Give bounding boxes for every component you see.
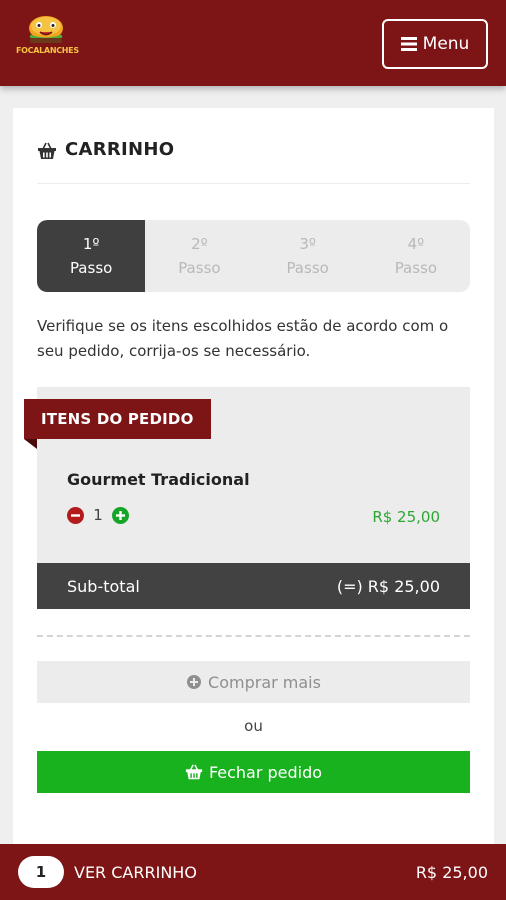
- ribbon-fold: [24, 439, 37, 449]
- cart-summary-bar[interactable]: 1 VER CARRINHO R$ 25,00: [0, 844, 506, 900]
- page-title: CARRINHO: [65, 139, 175, 160]
- menu-button[interactable]: Menu: [382, 19, 488, 69]
- basket-icon: [38, 142, 56, 159]
- basket-icon: [185, 764, 203, 780]
- buy-more-label: Comprar mais: [208, 672, 321, 692]
- step-number: 1º: [82, 235, 100, 253]
- top-navbar: FOCALANCHES Menu: [0, 0, 506, 86]
- step-label: Passo: [178, 259, 221, 277]
- order-section-title: ITENS DO PEDIDO: [24, 399, 211, 439]
- step-label: Passo: [69, 259, 113, 277]
- plus-circle-icon: [187, 675, 202, 689]
- step-label: Passo: [394, 259, 438, 277]
- menu-button-label: Menu: [422, 34, 470, 54]
- step-number: 3º: [299, 235, 316, 253]
- step-1[interactable]: 1º Passo: [37, 220, 146, 292]
- checkout-label: Fechar pedido: [208, 762, 323, 782]
- quantity-stepper: 1: [67, 506, 129, 524]
- cart-header: CARRINHO: [37, 136, 470, 184]
- step-3[interactable]: 3º Passo: [254, 220, 362, 292]
- step-number: 2º: [191, 235, 208, 253]
- decrease-quantity-button[interactable]: [67, 506, 84, 524]
- brand-logo-text: FOCALANCHES: [16, 46, 79, 55]
- minus-circle-icon: [71, 513, 80, 517]
- quantity-value: 1: [93, 506, 103, 524]
- step-2[interactable]: 2º Passo: [145, 220, 253, 292]
- cart-total: R$ 25,00: [415, 862, 488, 882]
- subtotal-row: Sub-total (=) R$ 25,00: [37, 563, 470, 609]
- order-items-panel: ITENS DO PEDIDO Gourmet Tradicional 1 R$…: [24, 387, 470, 609]
- view-cart-link[interactable]: VER CARRINHO: [74, 863, 197, 882]
- step-label: Passo: [286, 259, 329, 277]
- checkout-steps: 1º Passo 2º Passo 3º Passo 4º Passo: [37, 220, 470, 292]
- step-4[interactable]: 4º Passo: [362, 220, 470, 292]
- plus-circle-icon: [116, 510, 125, 520]
- item-name: Gourmet Tradicional: [67, 470, 250, 489]
- subtotal-value: (=) R$ 25,00: [336, 576, 440, 596]
- checkout-button[interactable]: Fechar pedido: [37, 751, 470, 793]
- instructions-text: Verifique se os itens escolhidos estão d…: [37, 317, 449, 360]
- divider: [37, 635, 470, 637]
- buy-more-button[interactable]: Comprar mais: [37, 661, 470, 703]
- cart-count-badge: 1: [18, 856, 64, 888]
- increase-quantity-button[interactable]: [112, 506, 129, 524]
- brand-logo[interactable]: FOCALANCHES: [16, 12, 79, 62]
- or-separator: ou: [244, 717, 263, 735]
- bars-icon: [400, 37, 417, 51]
- step-number: 4º: [407, 235, 425, 253]
- cart-card: CARRINHO 1º Passo 2º Passo 3º Passo 4º P…: [13, 108, 494, 848]
- subtotal-label: Sub-total: [67, 576, 140, 596]
- item-price: R$ 25,00: [372, 508, 440, 526]
